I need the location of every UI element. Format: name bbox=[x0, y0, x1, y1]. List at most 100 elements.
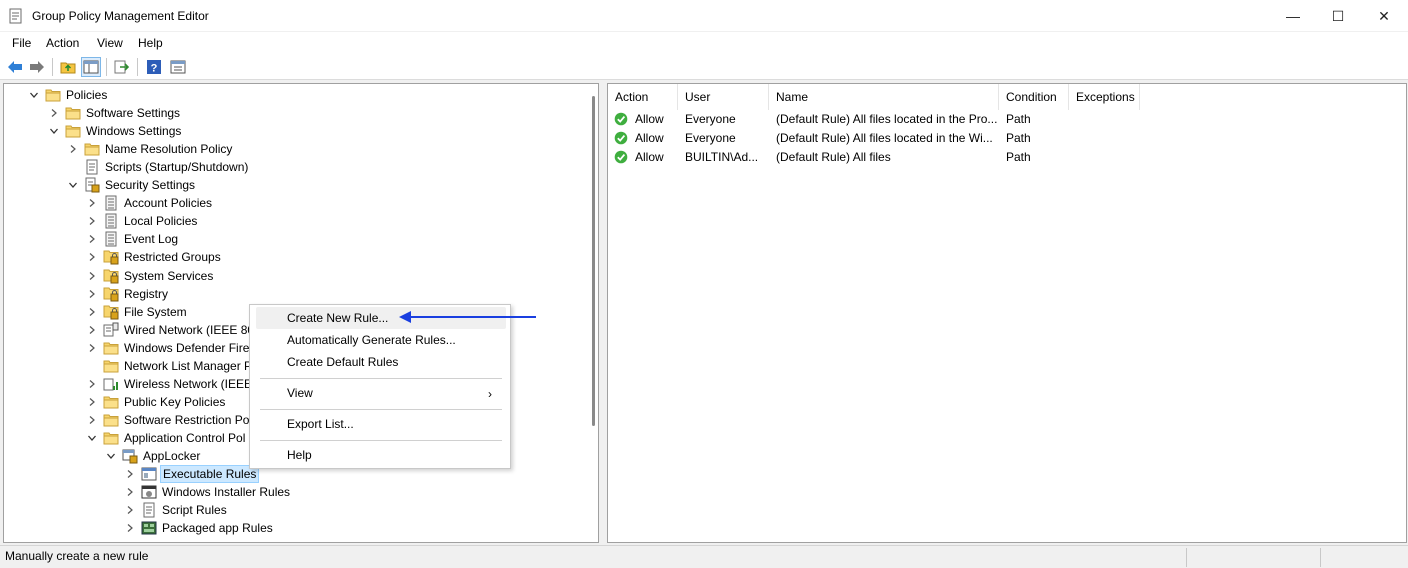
column-header-condition[interactable]: Condition bbox=[999, 84, 1069, 110]
menu-item-help[interactable]: Help bbox=[256, 444, 506, 466]
expand-chevron-icon[interactable] bbox=[124, 468, 136, 480]
properties-button[interactable] bbox=[168, 57, 188, 77]
column-header-action[interactable]: Action bbox=[608, 84, 678, 110]
expand-chevron-icon[interactable] bbox=[124, 522, 136, 534]
tree-node[interactable]: System Services bbox=[86, 267, 215, 285]
tree-node[interactable]: Registry bbox=[86, 285, 170, 303]
tree-node[interactable]: Windows Installer Rules bbox=[124, 483, 292, 501]
tree-node[interactable]: Name Resolution Policy bbox=[67, 140, 234, 158]
tree-node[interactable]: Account Policies bbox=[86, 194, 214, 212]
menu-view[interactable]: View bbox=[97, 36, 123, 50]
tree-node[interactable]: Public Key Policies bbox=[86, 393, 227, 411]
tree-node[interactable]: Wired Network (IEEE 802 bbox=[86, 321, 263, 339]
tree-node[interactable]: File System bbox=[86, 303, 189, 321]
tree-node-label[interactable]: Local Policies bbox=[122, 213, 199, 229]
collapse-chevron-icon[interactable] bbox=[67, 179, 79, 191]
tree-node-label[interactable]: Network List Manager P bbox=[122, 358, 254, 374]
help-button[interactable]: ? bbox=[144, 57, 164, 77]
expand-chevron-icon[interactable] bbox=[124, 486, 136, 498]
collapse-chevron-icon[interactable] bbox=[105, 450, 117, 462]
list-row[interactable]: Allow Everyone (Default Rule) All files lo… bbox=[608, 110, 1408, 129]
expand-chevron-icon[interactable] bbox=[86, 414, 98, 426]
tree-node-label[interactable]: Event Log bbox=[122, 231, 180, 247]
menu-item-create-default-rules[interactable]: Create Default Rules bbox=[256, 351, 506, 373]
tree-node-label[interactable]: Windows Defender Firew bbox=[122, 340, 260, 356]
up-one-level-button[interactable] bbox=[58, 57, 78, 77]
tree-node-label[interactable]: Windows Settings bbox=[84, 123, 183, 139]
tree-node-label[interactable]: Windows Installer Rules bbox=[160, 484, 292, 500]
export-list-button[interactable] bbox=[112, 57, 132, 77]
menu-item-export-list[interactable]: Export List... bbox=[256, 413, 506, 435]
tree-node-label[interactable]: Account Policies bbox=[122, 195, 214, 211]
expand-chevron-icon[interactable] bbox=[86, 197, 98, 209]
details-list-pane[interactable]: Action User Name Condition Exceptions Al… bbox=[607, 83, 1407, 543]
expand-chevron-icon[interactable] bbox=[86, 396, 98, 408]
minimize-button[interactable]: — bbox=[1270, 0, 1316, 32]
tree-node[interactable]: Policies bbox=[28, 86, 109, 104]
tree-node-label[interactable]: Executable Rules bbox=[160, 465, 260, 484]
tree-node[interactable]: AppLocker bbox=[105, 447, 202, 465]
tree-node[interactable]: Windows Defender Firew bbox=[86, 339, 260, 357]
expand-chevron-icon[interactable] bbox=[48, 107, 60, 119]
tree-node-label[interactable]: Registry bbox=[122, 286, 170, 302]
menu-action[interactable]: Action bbox=[46, 36, 79, 50]
tree-node[interactable]: Windows Settings bbox=[48, 122, 183, 140]
list-row[interactable]: Allow BUILTIN\Ad... (Default Rule) All fil… bbox=[608, 148, 1408, 167]
column-header-user[interactable]: User bbox=[678, 84, 769, 110]
tree-node-label[interactable]: Scripts (Startup/Shutdown) bbox=[103, 159, 250, 175]
menu-item-automatically-generate-rules[interactable]: Automatically Generate Rules... bbox=[256, 329, 506, 351]
tree-node-label[interactable]: Name Resolution Policy bbox=[103, 141, 234, 157]
expand-chevron-icon[interactable] bbox=[86, 324, 98, 336]
expand-chevron-icon[interactable] bbox=[124, 504, 136, 516]
list-row[interactable]: Allow Everyone (Default Rule) All files lo… bbox=[608, 129, 1408, 148]
expand-chevron-icon[interactable] bbox=[86, 215, 98, 227]
expand-chevron-icon[interactable] bbox=[86, 270, 98, 282]
tree-node[interactable]: Local Policies bbox=[86, 212, 199, 230]
tree-node[interactable]: Executable Rules bbox=[124, 465, 260, 484]
tree-node[interactable]: Network List Manager P bbox=[86, 357, 254, 375]
menu-file[interactable]: File bbox=[12, 36, 31, 50]
expand-chevron-icon[interactable] bbox=[86, 233, 98, 245]
tree-node[interactable]: Application Control Pol bbox=[86, 429, 247, 447]
tree-node-label[interactable]: Packaged app Rules bbox=[160, 520, 275, 536]
column-header-name[interactable]: Name bbox=[769, 84, 999, 110]
tree-node-label[interactable]: Public Key Policies bbox=[122, 394, 227, 410]
collapse-chevron-icon[interactable] bbox=[48, 125, 60, 137]
tree-node-label[interactable]: Script Rules bbox=[160, 502, 229, 518]
tree-node[interactable]: Software Restriction Pol bbox=[86, 411, 254, 429]
menu-item-view[interactable]: View › bbox=[256, 382, 506, 404]
tree-node[interactable]: Restricted Groups bbox=[86, 248, 223, 266]
tree-node[interactable]: Security Settings bbox=[67, 176, 197, 194]
expand-chevron-icon[interactable] bbox=[86, 378, 98, 390]
expand-chevron-icon[interactable] bbox=[67, 143, 79, 155]
tree-node-label[interactable]: Software Restriction Pol bbox=[122, 412, 254, 428]
column-header-exceptions[interactable]: Exceptions bbox=[1069, 84, 1140, 110]
tree-node-label[interactable]: Security Settings bbox=[103, 177, 197, 193]
tree-node-label[interactable]: Restricted Groups bbox=[122, 249, 223, 265]
tree-vertical-scrollbar[interactable] bbox=[588, 84, 598, 542]
expand-chevron-icon[interactable] bbox=[86, 251, 98, 263]
tree-node-label[interactable]: System Services bbox=[122, 268, 215, 284]
expand-chevron-icon[interactable] bbox=[86, 288, 98, 300]
tree-node-label[interactable]: Application Control Pol bbox=[122, 430, 247, 446]
tree-node[interactable]: Packaged app Rules bbox=[124, 519, 275, 537]
expand-chevron-icon[interactable] bbox=[86, 342, 98, 354]
tree-node-label[interactable]: Policies bbox=[64, 87, 109, 103]
collapse-chevron-icon[interactable] bbox=[28, 89, 40, 101]
tree-node-label[interactable]: File System bbox=[122, 304, 189, 320]
tree-node-label[interactable]: Software Settings bbox=[84, 105, 182, 121]
tree-node-label[interactable]: AppLocker bbox=[141, 448, 202, 464]
tree-node-label[interactable]: Wired Network (IEEE 802 bbox=[122, 322, 263, 338]
expand-chevron-icon[interactable] bbox=[86, 306, 98, 318]
close-button[interactable]: ✕ bbox=[1361, 0, 1407, 32]
menu-help[interactable]: Help bbox=[138, 36, 163, 50]
scrollbar-thumb[interactable] bbox=[592, 96, 595, 426]
show-hide-console-tree-button[interactable] bbox=[81, 57, 101, 77]
tree-node[interactable]: Wireless Network (IEEE 8 bbox=[86, 375, 264, 393]
maximize-button[interactable]: ☐ bbox=[1315, 0, 1361, 32]
tree-node[interactable]: Event Log bbox=[86, 230, 180, 248]
forward-button[interactable] bbox=[27, 57, 47, 77]
tree-node[interactable]: Scripts (Startup/Shutdown) bbox=[67, 158, 250, 176]
tree-node[interactable]: Script Rules bbox=[124, 501, 229, 519]
back-button[interactable] bbox=[5, 57, 25, 77]
